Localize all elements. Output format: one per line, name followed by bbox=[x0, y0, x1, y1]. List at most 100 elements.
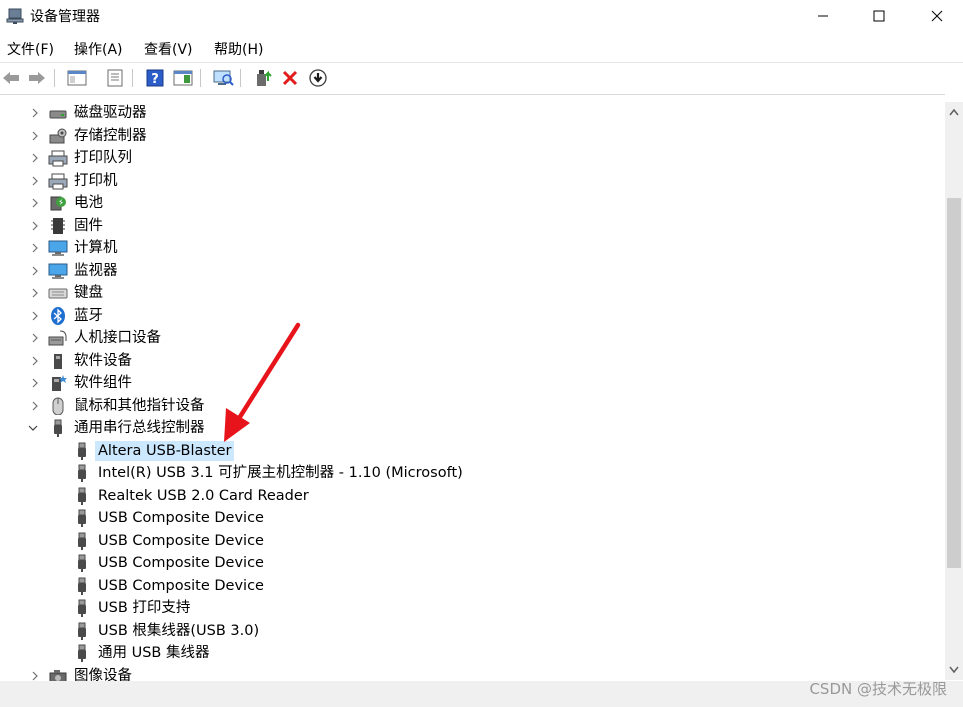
software-device-icon bbox=[54, 353, 62, 369]
tree-device[interactable]: USB Composite Device bbox=[0, 507, 945, 529]
title-bar: 设备管理器 bbox=[0, 0, 963, 32]
menu-view[interactable]: 查看(V) bbox=[144, 39, 193, 59]
chevron-right-icon[interactable] bbox=[30, 266, 40, 276]
tree-device[interactable]: 通用 USB 集线器 bbox=[0, 642, 945, 664]
chevron-right-icon[interactable] bbox=[30, 311, 40, 321]
tree-device[interactable]: Intel(R) USB 3.1 可扩展主机控制器 - 1.10 (Micros… bbox=[0, 462, 945, 484]
tree-category-label: 人机接口设备 bbox=[74, 330, 161, 346]
scroll-up-icon[interactable] bbox=[949, 108, 959, 116]
help-icon: ? bbox=[146, 69, 164, 87]
tree-device[interactable]: USB 根集线器(USB 3.0) bbox=[0, 620, 945, 642]
maximize-button[interactable] bbox=[856, 0, 902, 32]
tree-category[interactable]: 键盘 bbox=[0, 282, 945, 304]
tree-category[interactable]: 磁盘驱动器 bbox=[0, 102, 945, 124]
forward-button[interactable] bbox=[26, 67, 48, 89]
chevron-right-icon[interactable] bbox=[30, 108, 40, 118]
scan-hardware-button[interactable] bbox=[212, 67, 234, 89]
chevron-right-icon[interactable] bbox=[30, 333, 40, 343]
tree-category[interactable]: 鼠标和其他指针设备 bbox=[0, 395, 945, 417]
update-driver-button[interactable] bbox=[252, 67, 274, 89]
tree-category[interactable]: 蓝牙 bbox=[0, 305, 945, 327]
vertical-scrollbar[interactable] bbox=[945, 102, 963, 680]
storage-controller-icon bbox=[49, 128, 67, 143]
tree-device-label: USB 打印支持 bbox=[98, 600, 191, 616]
firmware-icon bbox=[51, 217, 65, 234]
tree-device-label: Altera USB-Blaster bbox=[95, 440, 235, 461]
scroll-down-icon[interactable] bbox=[949, 666, 959, 674]
chevron-down-icon[interactable] bbox=[28, 423, 38, 433]
tree-category[interactable]: 电池 bbox=[0, 192, 945, 214]
print-queue-icon bbox=[48, 150, 68, 167]
mouse-icon bbox=[52, 397, 64, 415]
tree-category[interactable]: 打印队列 bbox=[0, 147, 945, 169]
scrollbar-thumb[interactable] bbox=[947, 198, 961, 568]
properties-button[interactable] bbox=[104, 67, 126, 89]
tree-category[interactable]: 图像设备 bbox=[0, 665, 945, 682]
close-button[interactable] bbox=[914, 0, 960, 32]
menu-file[interactable]: 文件(F) bbox=[7, 39, 54, 59]
toolbar-separator bbox=[200, 69, 201, 87]
chevron-right-icon[interactable] bbox=[30, 198, 40, 208]
tree-category[interactable]: 存储控制器 bbox=[0, 125, 945, 147]
menu-action[interactable]: 操作(A) bbox=[74, 39, 123, 59]
usb-plug-icon bbox=[54, 419, 62, 437]
tree-category[interactable]: 打印机 bbox=[0, 170, 945, 192]
tree-category-label: 监视器 bbox=[74, 262, 118, 279]
tree-category[interactable]: 软件设备 bbox=[0, 350, 945, 372]
tree-device-label: USB 根集线器(USB 3.0) bbox=[98, 622, 260, 639]
tree-device[interactable]: USB Composite Device bbox=[0, 575, 945, 597]
bluetooth-icon bbox=[51, 306, 65, 325]
minimize-button[interactable] bbox=[800, 0, 846, 32]
update-driver-icon bbox=[257, 70, 272, 86]
usb-plug-icon bbox=[78, 644, 86, 662]
tree-category[interactable]: 计算机 bbox=[0, 237, 945, 259]
back-arrow-icon bbox=[3, 72, 19, 84]
printer-icon bbox=[48, 173, 68, 189]
tree-device[interactable]: USB 打印支持 bbox=[0, 597, 945, 619]
action-pane-button[interactable] bbox=[172, 67, 194, 89]
tree-category[interactable]: 固件 bbox=[0, 215, 945, 237]
usb-plug-icon bbox=[78, 532, 86, 550]
tree-device[interactable]: Altera USB-Blaster bbox=[0, 440, 945, 462]
tree-category[interactable]: 人机接口设备 bbox=[0, 327, 945, 349]
tree-category[interactable]: 监视器 bbox=[0, 260, 945, 282]
close-icon bbox=[931, 10, 943, 22]
usb-plug-icon bbox=[78, 577, 86, 595]
back-button[interactable] bbox=[0, 67, 22, 89]
menu-bar: 文件(F) 操作(A) 查看(V) 帮助(H) bbox=[0, 36, 963, 60]
tree-category[interactable]: 通用串行总线控制器 bbox=[0, 417, 945, 439]
monitor-icon bbox=[48, 263, 68, 279]
tree-device[interactable]: USB Composite Device bbox=[0, 530, 945, 552]
tree-category[interactable]: 软件组件 bbox=[0, 372, 945, 394]
tree-category-label: 计算机 bbox=[74, 240, 118, 256]
tree-category-label: 打印机 bbox=[74, 172, 118, 189]
tree-device-label: USB Composite Device bbox=[98, 510, 264, 526]
download-driver-button[interactable] bbox=[307, 67, 329, 89]
menu-help[interactable]: 帮助(H) bbox=[214, 39, 263, 59]
tree-device[interactable]: USB Composite Device bbox=[0, 552, 945, 574]
tree-category-label: 图像设备 bbox=[74, 667, 132, 682]
chevron-right-icon[interactable] bbox=[30, 221, 40, 231]
chevron-right-icon[interactable] bbox=[30, 671, 40, 681]
chevron-right-icon[interactable] bbox=[30, 378, 40, 388]
uninstall-device-button[interactable] bbox=[279, 67, 301, 89]
chevron-right-icon[interactable] bbox=[30, 153, 40, 163]
chevron-right-icon[interactable] bbox=[30, 243, 40, 253]
tree-device[interactable]: Realtek USB 2.0 Card Reader bbox=[0, 485, 945, 507]
tree-category-label: 键盘 bbox=[74, 285, 103, 301]
window-title: 设备管理器 bbox=[30, 9, 100, 25]
usb-plug-icon bbox=[78, 442, 86, 460]
tree-category-label: 鼠标和其他指针设备 bbox=[74, 397, 205, 414]
chevron-right-icon[interactable] bbox=[30, 401, 40, 411]
chevron-right-icon[interactable] bbox=[30, 176, 40, 186]
tree-device-label: USB Composite Device bbox=[98, 577, 264, 594]
tree-device-label: USB Composite Device bbox=[98, 532, 264, 549]
camera-icon bbox=[49, 669, 67, 681]
chevron-right-icon[interactable] bbox=[30, 356, 40, 366]
chevron-right-icon[interactable] bbox=[30, 288, 40, 298]
chevron-right-icon[interactable] bbox=[30, 131, 40, 141]
show-hide-tree-button[interactable] bbox=[66, 67, 88, 89]
usb-plug-icon bbox=[78, 487, 86, 505]
help-button[interactable]: ? bbox=[144, 67, 166, 89]
toolbar-separator bbox=[132, 69, 133, 87]
